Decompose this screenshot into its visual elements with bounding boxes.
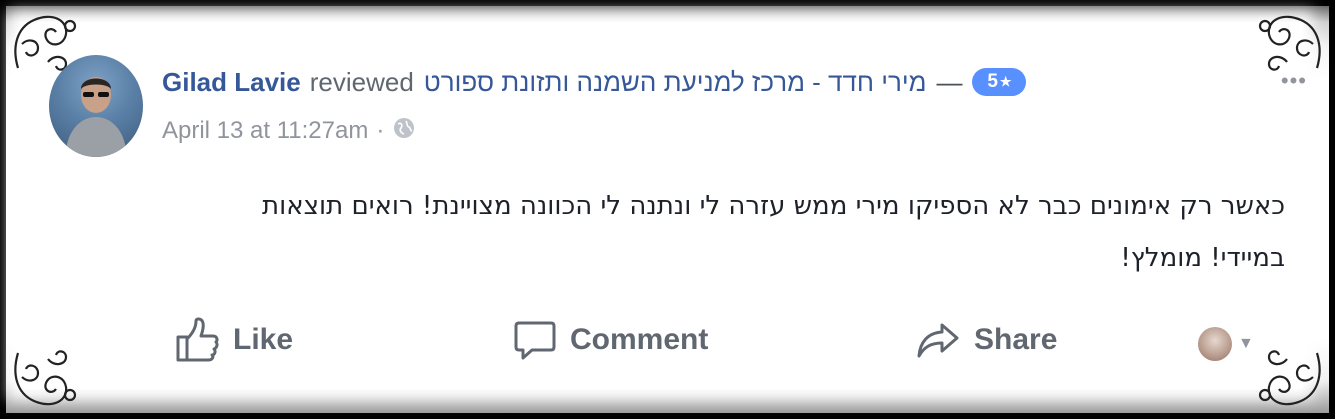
meta-separator: · [376,117,385,144]
like-label: Like [233,323,294,356]
star-icon: ★ [999,74,1012,89]
post-header: Gilad Lavie reviewed מירי חדד - מרכז למנ… [162,64,1027,100]
comment-label: Comment [570,323,709,356]
share-icon [917,323,959,358]
review-text: כאשר רק אימונים כבר לא הספיקו מירי ממש ע… [95,180,1285,284]
post-timestamp-link[interactable]: April 13 at 11:27am [162,117,368,145]
action-bar: Like Comment Share ▼ [0,312,1335,368]
rating-value: 5 [987,71,998,92]
review-text-line-2: במיידי! מומלץ! [1120,243,1285,273]
globe-icon[interactable] [392,116,416,147]
viewer-avatar [1198,327,1232,361]
comment-icon [514,321,556,360]
post-meta: April 13 at 11:27am · [162,115,416,147]
rating-badge[interactable]: 5 ★ [972,68,1027,96]
chevron-down-icon: ▼ [1238,335,1254,352]
share-label: Share [974,323,1058,356]
review-text-line-1: כאשר רק אימונים כבר לא הספיקו מירי ממש ע… [262,191,1285,221]
author-avatar[interactable] [49,55,143,157]
like-button[interactable]: Like [175,312,293,368]
header-separator: — [936,66,963,97]
comment-as-selector[interactable]: ▼ [1198,316,1254,372]
thumbs-up-icon [176,317,219,362]
reviewed-page-link[interactable]: מירי חדד - מרכז למניעת השמנה ותזונת ספור… [424,67,927,98]
author-name-link[interactable]: Gilad Lavie [162,67,301,98]
more-options-icon[interactable]: ••• [1281,68,1307,94]
action-verb: reviewed [309,66,414,97]
share-button[interactable]: Share [916,312,1057,368]
comment-button[interactable]: Comment [514,312,708,368]
